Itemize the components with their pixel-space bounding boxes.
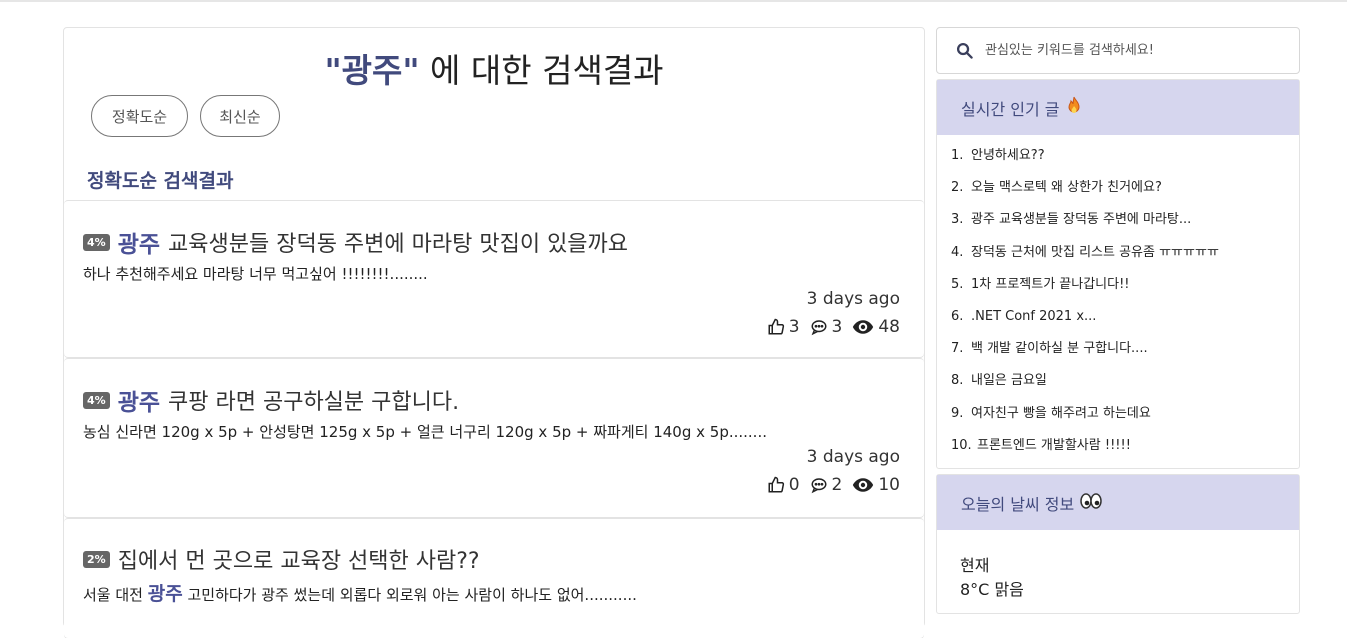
hot-post-title[interactable]: 백 개발 같이하실 분 구합니다.... (971, 341, 1148, 356)
views-stat: 10 (852, 475, 900, 495)
post-excerpt-text: 서울 대전 (83, 586, 148, 604)
likes-count: 3 (788, 317, 800, 337)
views-count: 10 (878, 475, 900, 495)
top-divider (0, 0, 1347, 2)
post-card[interactable]: 4% 광주 쿠팡 라면 공구하실분 구합니다. 농심 신라면 120g x 5p… (64, 358, 924, 517)
hot-post-item[interactable]: 9. 여자친구 빵을 해주려고 하는데요 (951, 403, 1299, 435)
likes-stat: 3 (767, 317, 800, 337)
sort-latest-button[interactable]: 최신순 (200, 95, 280, 137)
hot-post-item[interactable]: 10. 프론트엔드 개발할사람 !!!!! (951, 435, 1299, 467)
post-stats: 0 2 10 (767, 475, 900, 495)
hot-post-title[interactable]: 여자친구 빵을 해주려고 하는데요 (971, 406, 1151, 421)
post-title-keyword: 광주 (117, 390, 161, 416)
hot-post-rank: 9. (951, 405, 964, 421)
page-title: "광주" 에 대한 검색결과 (64, 44, 924, 92)
hot-post-title[interactable]: 내일은 금요일 (971, 373, 1047, 388)
post-stats: 3 3 48 (767, 317, 900, 337)
hot-post-rank: 7. (951, 341, 964, 357)
hot-post-rank: 4. (951, 244, 964, 260)
hot-post-title[interactable]: .NET Conf 2021 x... (971, 309, 1096, 324)
post-card[interactable]: 2% 집에서 먼 곳으로 교육장 선택한 사람?? 서울 대전 광주 고민하다가… (64, 518, 924, 638)
hot-post-title[interactable]: 오늘 맥스로텍 왜 상한가 친거에요? (971, 180, 1162, 195)
hot-post-item[interactable]: 1. 안녕하세요?? (951, 145, 1299, 177)
comment-icon (811, 478, 827, 494)
weather-header: 오늘의 날씨 정보 (937, 475, 1299, 530)
hot-post-item[interactable]: 7. 백 개발 같이하실 분 구합니다.... (951, 338, 1299, 370)
search-results-panel: "광주" 에 대한 검색결과 정확도순 최신순 정확도순 검색결과 4% 광주 … (63, 27, 925, 638)
eyes-icon (1080, 492, 1102, 514)
hot-post-item[interactable]: 2. 오늘 맥스로텍 왜 상한가 친거에요? (951, 177, 1299, 209)
section-title: 정확도순 검색결과 (87, 170, 234, 192)
post-date: 3 days ago (806, 289, 900, 309)
post-title-row[interactable]: 2% 집에서 먼 곳으로 교육장 선택한 사람?? (83, 543, 480, 575)
post-excerpt: 하나 추천해주세요 마라탕 너무 먹고싶어 !!!!!!!!........ (83, 263, 428, 284)
post-excerpt-keyword: 광주 (147, 583, 183, 605)
hot-post-rank: 8. (951, 373, 964, 389)
hot-posts-header: 실시간 인기 글 (937, 80, 1299, 135)
hot-post-rank: 2. (951, 180, 964, 196)
comment-icon (811, 320, 827, 336)
search-input[interactable] (985, 43, 1275, 58)
search-icon[interactable] (956, 42, 973, 59)
post-title[interactable]: 교육생분들 장덕동 주변에 마라탕 맛집이 있을까요 (168, 226, 628, 258)
page-title-suffix: 에 대한 검색결과 (419, 51, 664, 90)
hot-post-rank: 5. (951, 276, 964, 292)
fire-icon (1066, 96, 1082, 120)
hot-posts-title: 실시간 인기 글 (961, 99, 1060, 119)
post-excerpt: 서울 대전 광주 고민하다가 광주 썼는데 외롭다 외로워 아는 사람이 하나도… (83, 579, 637, 606)
hot-post-rank: 1. (951, 148, 964, 163)
keyword-search-box[interactable] (936, 27, 1300, 74)
hot-post-item[interactable]: 4. 장덕동 근처에 맛집 리스트 공유좀 ㅠㅠㅠㅠㅠ (951, 242, 1299, 274)
comments-count: 2 (831, 475, 843, 495)
eye-icon (853, 320, 874, 334)
hot-post-item[interactable]: 3. 광주 교육생분들 장덕동 주변에 마라탕... (951, 209, 1299, 241)
likes-count: 0 (788, 475, 800, 495)
weather-body: 현재 8°C 맑음 (937, 530, 1299, 602)
comments-stat: 3 (810, 317, 843, 337)
views-count: 48 (878, 317, 900, 337)
match-percent-badge: 4% (83, 233, 110, 251)
likes-stat: 0 (767, 475, 800, 495)
sort-accuracy-button[interactable]: 정확도순 (91, 95, 188, 137)
views-stat: 48 (852, 317, 900, 337)
match-percent-badge: 4% (83, 391, 110, 409)
post-card[interactable]: 4% 광주 교육생분들 장덕동 주변에 마라탕 맛집이 있을까요 하나 추천해주… (64, 200, 924, 357)
hot-post-title[interactable]: 광주 교육생분들 장덕동 주변에 마라탕... (971, 212, 1191, 227)
eye-icon (853, 478, 874, 492)
hot-posts-list: 1. 안녕하세요?? 2. 오늘 맥스로텍 왜 상한가 친거에요? 3. 광주 교육생… (937, 135, 1299, 467)
weather-now-label: 현재 (960, 556, 990, 575)
post-excerpt-text: 고민하다가 광주 썼는데 외롭다 외로워 아는 사람이 하나도 없어......… (182, 586, 637, 604)
hot-post-item[interactable]: 5. 1차 프로젝트가 끝나갑니다!! (951, 274, 1299, 306)
comments-stat: 2 (810, 475, 843, 495)
hot-post-title[interactable]: 장덕동 근처에 맛집 리스트 공유좀 ㅠㅠㅠㅠㅠ (971, 245, 1219, 260)
post-title[interactable]: 집에서 먼 곳으로 교육장 선택한 사람?? (118, 543, 480, 575)
weather-panel: 오늘의 날씨 정보 현재 8°C 맑음 (936, 474, 1300, 614)
hot-post-item[interactable]: 6. .NET Conf 2021 x... (951, 306, 1299, 338)
post-excerpt-text: 하나 추천해주세요 마라탕 너무 먹고싶어 !!!!!!!!........ (83, 265, 428, 283)
thumbs-up-icon (768, 318, 784, 335)
hot-posts-panel: 실시간 인기 글 1. 안녕하세요?? 2. 오늘 맥스로텍 왜 상한가 친거에요?… (936, 79, 1300, 469)
comments-count: 3 (831, 317, 843, 337)
post-title-row[interactable]: 4% 광주 쿠팡 라면 공구하실분 구합니다. (83, 383, 459, 417)
hot-post-title[interactable]: 1차 프로젝트가 끝나갑니다!! (971, 277, 1130, 292)
post-title-keyword: 광주 (117, 232, 161, 258)
weather-now-value: 8°C 맑음 (960, 580, 1024, 599)
hot-post-rank: 10. (951, 437, 972, 453)
post-title[interactable]: 쿠팡 라면 공구하실분 구합니다. (168, 384, 459, 416)
hot-post-rank: 6. (951, 308, 964, 324)
hot-post-rank: 3. (951, 212, 964, 228)
hot-post-title[interactable]: 프론트엔드 개발할사람 !!!!! (977, 438, 1131, 453)
thumbs-up-icon (768, 476, 784, 493)
post-excerpt-text: 농심 신라면 120g x 5p + 안성탕면 125g x 5p + 얼큰 너… (83, 423, 767, 441)
post-excerpt: 농심 신라면 120g x 5p + 안성탕면 125g x 5p + 얼큰 너… (83, 421, 767, 442)
hot-post-title[interactable]: 안녕하세요?? (971, 148, 1045, 163)
page-title-keyword: "광주" (324, 51, 420, 90)
hot-post-item[interactable]: 8. 내일은 금요일 (951, 370, 1299, 402)
post-title-row[interactable]: 4% 광주 교육생분들 장덕동 주변에 마라탕 맛집이 있을까요 (83, 225, 628, 259)
weather-title: 오늘의 날씨 정보 (961, 494, 1075, 514)
post-date: 3 days ago (806, 447, 900, 467)
match-percent-badge: 2% (83, 550, 110, 568)
